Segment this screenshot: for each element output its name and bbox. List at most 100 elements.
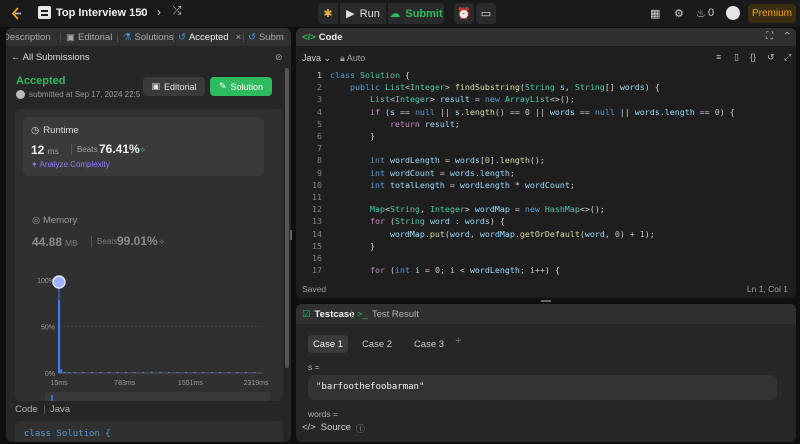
tab-accepted[interactable]: ↺ Accepted × xyxy=(178,32,241,43)
horizontal-resize-handle[interactable] xyxy=(541,300,551,302)
bookmark-icon[interactable]: ▯ xyxy=(734,52,739,63)
code-brackets-icon: </> xyxy=(302,422,316,433)
case-tab-2[interactable]: Case 2 xyxy=(357,335,397,353)
code-line[interactable]: 8 int wordLength = words[0].length(); xyxy=(296,155,796,167)
code-line[interactable]: 1 class Solution { xyxy=(296,70,796,82)
help-icon[interactable]: ⓘ xyxy=(356,422,365,435)
line-number: 7 xyxy=(317,143,322,154)
all-submissions-label: All Submissions xyxy=(22,52,90,63)
chart-bar xyxy=(244,372,247,373)
run-button[interactable]: ▶ Run xyxy=(340,3,386,24)
language-select[interactable]: Java ⌄ xyxy=(302,53,331,64)
tab-testcase[interactable]: ☑ Testcase xyxy=(302,309,355,320)
line-number: 3 xyxy=(317,94,322,105)
code-line[interactable]: 7 xyxy=(296,143,796,155)
chart-bar xyxy=(219,372,222,373)
submitted-at: submitted at Sep 17, 2024 22:5 xyxy=(29,90,141,99)
line-number: 14 xyxy=(312,228,322,239)
chart-bar xyxy=(236,372,239,373)
play-icon: ▶ xyxy=(346,8,355,20)
alarm-icon: ⏰ xyxy=(457,8,471,20)
code-brackets-icon: </> xyxy=(302,32,316,43)
line-number: 5 xyxy=(317,118,322,129)
runtime-box[interactable]: ◷ Runtime 12 ms Beats 76.41% ⟡ ✦ Analyze C… xyxy=(23,117,264,176)
terminal-icon: >_ xyxy=(357,309,368,320)
code-text: for (int i = 0; i < wordLength; i++) { xyxy=(330,265,560,276)
editor-status-bar: Saved Ln 1, Col 1 xyxy=(296,282,796,298)
code-line[interactable]: 9 int wordCount = words.length; xyxy=(296,168,796,180)
premium-button[interactable]: Premium xyxy=(748,4,796,23)
leetcode-logo-icon[interactable] xyxy=(10,7,23,20)
code-line[interactable]: 16 xyxy=(296,253,796,265)
shuffle-icon[interactable]: ⤮ xyxy=(170,5,184,18)
chart-bar xyxy=(90,372,93,373)
settings-gear-icon[interactable]: ⚙ xyxy=(674,7,684,20)
run-label: Run xyxy=(359,7,380,20)
code-line[interactable]: 13 for (String word : words) { xyxy=(296,216,796,228)
maximize-icon[interactable]: ⛶ xyxy=(766,31,773,42)
left-scrollbar[interactable] xyxy=(285,68,289,368)
tab-test-result[interactable]: >_ Test Result xyxy=(357,309,419,320)
tab-label: Editorial xyxy=(77,32,113,43)
case-tab-3[interactable]: Case 3 xyxy=(409,335,449,353)
code-line[interactable]: 2 public List<Integer> findSubstring(Str… xyxy=(296,82,796,94)
tab-submissions[interactable]: ↺ Subm xyxy=(248,32,284,43)
fullscreen-icon[interactable]: ⤢ xyxy=(784,52,791,63)
tab-label: Description xyxy=(6,32,51,43)
layout-icon[interactable]: ▦ xyxy=(650,7,660,20)
timer-button[interactable]: ⏰ xyxy=(454,3,474,24)
code-line[interactable]: 12 Map<String, Integer> wordMap = new Ha… xyxy=(296,204,796,216)
submit-button[interactable]: ☁ Submit xyxy=(388,3,444,24)
tab-solutions[interactable]: ⚗ Solutions xyxy=(123,32,174,43)
source-toggle[interactable]: </> Source ⓘ xyxy=(302,422,365,435)
memory-title[interactable]: ◎ Memory xyxy=(32,215,77,226)
reset-icon[interactable]: ↺ xyxy=(767,52,775,63)
code-line[interactable]: 4 if (s == null || s.length() == 0 || wo… xyxy=(296,107,796,119)
chart-bar xyxy=(60,369,63,373)
debug-button[interactable]: ✱ xyxy=(318,3,338,24)
chart-bar xyxy=(58,300,60,373)
chart-x-tick-label: 1551ms xyxy=(178,380,203,387)
beats-badge-icon: ⟡ xyxy=(140,145,146,154)
share-link-icon[interactable]: ⊘ xyxy=(275,52,283,63)
tab-editorial[interactable]: ▣ Editorial xyxy=(66,32,112,43)
chart-bar xyxy=(133,372,136,373)
code-line[interactable]: 3 List<Integer> result = new ArrayList<>… xyxy=(296,94,796,106)
code-line[interactable]: 17 for (int i = 0; i < wordLength; i++) … xyxy=(296,265,796,277)
problem-list-icon[interactable] xyxy=(38,6,51,19)
code-line[interactable]: 5 return result; xyxy=(296,119,796,131)
close-icon[interactable]: × xyxy=(236,32,242,43)
braces-icon[interactable]: {} xyxy=(750,52,756,62)
code-text: class Solution { xyxy=(330,70,410,80)
runtime-distribution-chart[interactable]: 100%50%0%15ms783ms1551ms2319ms15ms629ms1… xyxy=(15,249,283,401)
code-line[interactable]: 10 int totalLength = wordLength * wordCo… xyxy=(296,180,796,192)
chart-current-submission-marker xyxy=(52,275,66,289)
tab-description[interactable]: Description xyxy=(6,32,51,43)
chart-bar xyxy=(63,372,66,373)
chart-navigator xyxy=(45,392,270,401)
user-avatar[interactable] xyxy=(726,6,740,20)
next-problem-button[interactable]: › xyxy=(152,5,166,19)
analyze-complexity-link[interactable]: ✦ Analyze Complexity xyxy=(31,160,110,169)
flask-icon: ⚗ xyxy=(123,32,132,43)
code-line[interactable]: 15 } xyxy=(296,241,796,253)
add-case-button[interactable]: + xyxy=(455,335,461,347)
streak-fire-icon[interactable]: ♨ xyxy=(696,7,706,20)
solution-button[interactable]: ✎ Solution xyxy=(210,77,272,96)
collapse-chevron-icon[interactable]: ⌃ xyxy=(783,31,791,42)
note-icon: ▭ xyxy=(480,8,492,20)
all-submissions-link[interactable]: ← All Submissions xyxy=(11,52,90,63)
line-number: 8 xyxy=(317,155,322,166)
param-s-input[interactable]: "barfoothefoobarman" xyxy=(308,375,777,400)
case-tab-1[interactable]: Case 1 xyxy=(308,335,348,353)
format-icon[interactable]: ≡ xyxy=(716,52,721,62)
editorial-button[interactable]: ▣ Editorial xyxy=(143,77,205,96)
code-line[interactable]: 14 wordMap.put(word, wordMap.getOrDefaul… xyxy=(296,229,796,241)
line-number: 12 xyxy=(312,204,322,215)
notes-button[interactable]: ▭ xyxy=(476,3,496,24)
autocomplete-toggle[interactable]: 🔒︎ Auto xyxy=(340,53,365,64)
prev-problem-button[interactable]: ‹ xyxy=(134,5,148,19)
code-line[interactable]: 6 } xyxy=(296,131,796,143)
code-line[interactable]: 11 xyxy=(296,192,796,204)
vertical-resize-handle[interactable] xyxy=(290,230,292,240)
